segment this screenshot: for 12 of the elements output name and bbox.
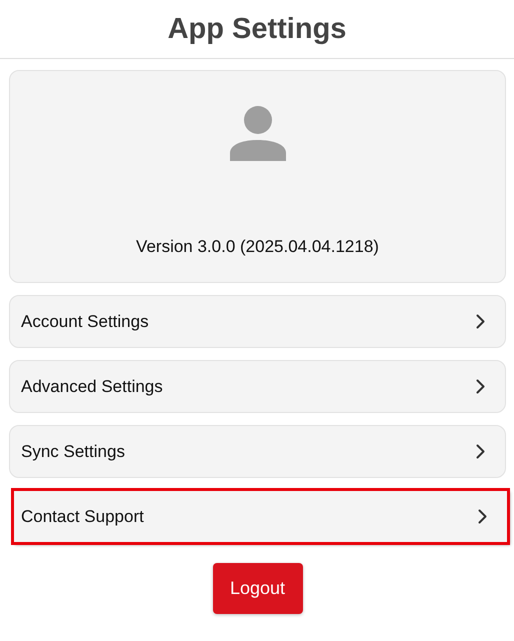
version-text: Version 3.0.0 (2025.04.04.1218) <box>136 236 379 258</box>
chevron-icon <box>476 444 485 459</box>
chevron-icon <box>476 379 485 394</box>
menu-item[interactable]: Account Settings <box>9 295 506 348</box>
logout-button[interactable]: Logout <box>212 563 302 614</box>
menu-item[interactable]: Advanced Settings <box>9 360 506 413</box>
user-icon <box>230 106 286 161</box>
menu-item[interactable]: Contact Support <box>13 490 508 543</box>
menu-item[interactable]: Sync Settings <box>9 425 506 478</box>
chevron-icon <box>476 314 485 329</box>
page-title: App Settings <box>168 12 346 46</box>
chevron-icon <box>478 509 487 524</box>
